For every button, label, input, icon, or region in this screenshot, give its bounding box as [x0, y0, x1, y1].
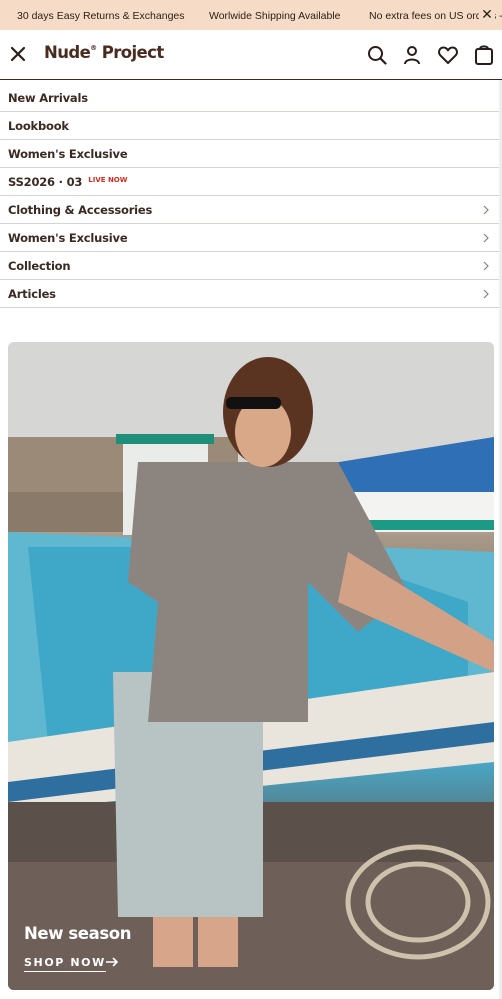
- menu-item-label: SS2026 · 03: [8, 175, 83, 189]
- hero-banner[interactable]: New season SHOP NOW: [8, 342, 494, 990]
- menu-item-new-arrivals[interactable]: New Arrivals: [0, 84, 502, 112]
- menu-item-label: Women's Exclusive: [8, 147, 128, 161]
- navigation-menu: New Arrivals Lookbook Women's Exclusive …: [0, 84, 502, 308]
- menu-item-label: Clothing & Accessories: [8, 203, 153, 217]
- site-header: Nude® Project: [0, 30, 502, 80]
- menu-item-womens-exclusive-2[interactable]: Women's Exclusive: [0, 224, 502, 252]
- brand-logo[interactable]: Nude® Project: [44, 43, 164, 62]
- hero-image: [8, 342, 494, 990]
- menu-item-label: Women's Exclusive: [8, 231, 128, 245]
- user-icon[interactable]: [401, 44, 423, 66]
- arrow-right-icon[interactable]: [105, 956, 119, 968]
- menu-item-articles[interactable]: Articles: [0, 280, 502, 308]
- chevron-right-icon: [483, 205, 489, 215]
- menu-item-label-wrap: SS2026 · 03 LIVE NOW: [8, 175, 127, 189]
- announcement-message: 30 days Easy Returns & Exchanges: [17, 10, 185, 22]
- announcement-message: Worlwide Shipping Available: [209, 10, 341, 22]
- chevron-right-icon: [483, 289, 489, 299]
- menu-item-label: New Arrivals: [8, 91, 88, 105]
- shop-now-link[interactable]: SHOP NOW: [24, 956, 106, 972]
- menu-item-clothing-accessories[interactable]: Clothing & Accessories: [0, 196, 502, 224]
- menu-item-lookbook[interactable]: Lookbook: [0, 112, 502, 140]
- bag-icon[interactable]: [473, 44, 495, 66]
- menu-item-label: Lookbook: [8, 119, 69, 133]
- menu-item-ss2026[interactable]: SS2026 · 03 LIVE NOW: [0, 168, 502, 196]
- menu-item-label: Collection: [8, 259, 71, 273]
- search-icon[interactable]: [366, 44, 388, 66]
- announcement-bar: 30 days Easy Returns & Exchanges Worlwid…: [0, 0, 502, 30]
- logo-text: Nude: [44, 43, 91, 62]
- hero-title: New season: [24, 924, 132, 943]
- menu-item-collection[interactable]: Collection: [0, 252, 502, 280]
- close-icon[interactable]: [8, 44, 28, 64]
- menu-item-label: Articles: [8, 287, 56, 301]
- logo-text-2: Project: [101, 43, 164, 62]
- logo-registered-mark: ®: [90, 43, 97, 52]
- heart-icon[interactable]: [437, 44, 459, 66]
- live-badge: LIVE NOW: [88, 176, 128, 184]
- chevron-right-icon: [483, 233, 489, 243]
- close-icon[interactable]: ✕: [479, 6, 495, 22]
- chevron-right-icon: [483, 261, 489, 271]
- menu-item-womens-exclusive[interactable]: Women's Exclusive: [0, 140, 502, 168]
